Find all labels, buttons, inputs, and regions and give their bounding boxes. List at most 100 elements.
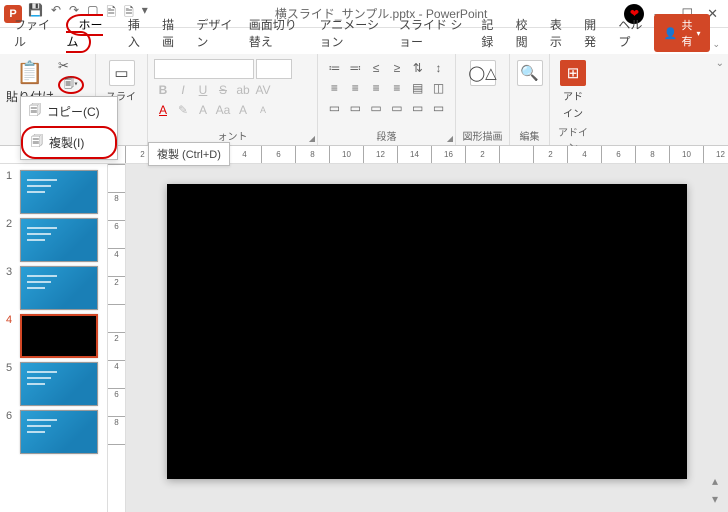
align-left-button[interactable]: ≡ <box>324 78 345 98</box>
thumbnail-row[interactable]: 5 <box>0 360 107 408</box>
ruler-tick: 8 <box>108 192 125 220</box>
tab-home[interactable]: ホーム <box>58 12 119 54</box>
dialog-launcher-icon[interactable]: ◢ <box>309 134 315 143</box>
slide-thumbnail[interactable] <box>20 218 98 262</box>
ruler-tick: 4 <box>108 248 125 276</box>
copy-split-button[interactable]: 🗐▾ <box>58 76 84 94</box>
shapes-button[interactable]: ◯△ <box>466 58 500 88</box>
dialog-launcher-icon[interactable]: ◢ <box>447 134 453 143</box>
group-editing: 🔍 編集 <box>510 54 550 145</box>
tab-animations[interactable]: アニメーション <box>312 12 391 54</box>
text-direction-button[interactable]: ↕ <box>428 58 449 78</box>
ruler-tick: 2 <box>108 332 125 360</box>
ruler-tick: 4 <box>567 146 601 164</box>
slide-canvas[interactable]: ▴ ▾ <box>126 164 728 512</box>
tab-design[interactable]: デザイン <box>188 12 240 54</box>
ruler-tick <box>108 304 125 332</box>
share-button[interactable]: 👤 共有 ▾ <box>654 14 711 52</box>
bold-button[interactable]: B <box>154 81 172 99</box>
ruler-tick: 2 <box>533 146 567 164</box>
menu-item-duplicate[interactable]: 🗐 複製(I) <box>21 126 117 159</box>
justify-button[interactable]: ≡ <box>386 78 407 98</box>
menu-item-copy[interactable]: 🗐 コピー(C) <box>21 97 117 126</box>
align-center-button[interactable]: ≡ <box>345 78 366 98</box>
ruler-tick: 10 <box>669 146 703 164</box>
align-top-button[interactable]: ▭ <box>324 98 345 118</box>
cut-icon[interactable]: ✂ <box>58 58 84 74</box>
tab-draw[interactable]: 描画 <box>154 12 188 54</box>
font-size-select[interactable] <box>256 59 292 79</box>
clear-format-button[interactable]: A <box>194 101 212 119</box>
thumbnail-number: 2 <box>6 218 16 230</box>
rotate-button[interactable]: ▭ <box>407 98 428 118</box>
tab-transitions[interactable]: 画面切り替え <box>241 12 312 54</box>
ruler-tick: 12 <box>703 146 728 164</box>
current-slide[interactable] <box>167 184 687 479</box>
tab-review[interactable]: 校閲 <box>508 12 542 54</box>
ribbon: 📋 貼り付け ▾ ✂ 🗐▾ 🗐 コピー(C) 🗐 複製(I) <box>0 54 728 146</box>
columns-button[interactable]: ▤ <box>407 78 428 98</box>
ruler-tick: 8 <box>635 146 669 164</box>
grow-font-button[interactable]: A <box>234 101 252 119</box>
change-case-button[interactable]: Aa <box>214 101 232 119</box>
tab-developer[interactable]: 開発 <box>576 12 610 54</box>
slide-icon: ▭ <box>109 60 135 86</box>
slide-thumbnail[interactable] <box>20 314 98 358</box>
collapse-ribbon-icon[interactable]: ⌄ <box>716 58 724 69</box>
line-spacing-button[interactable]: ⇅ <box>407 58 428 78</box>
strike-button[interactable]: S <box>214 81 232 99</box>
highlight-button[interactable]: ✎ <box>174 101 192 119</box>
distribute-button[interactable]: ▭ <box>386 98 407 118</box>
next-slide-button[interactable]: ▾ <box>708 492 722 506</box>
slide-thumbnail[interactable] <box>20 266 98 310</box>
align-mid-button[interactable]: ▭ <box>345 98 366 118</box>
ruler-tick: 14 <box>397 146 431 164</box>
thumbnail-row[interactable]: 3 <box>0 264 107 312</box>
indent-inc-button[interactable]: ≥ <box>386 58 407 78</box>
convert-button[interactable]: ▭ <box>428 98 449 118</box>
copy-icon: 🗐 <box>29 101 41 122</box>
prev-slide-button[interactable]: ▴ <box>708 474 722 488</box>
slide-thumbnail[interactable] <box>20 362 98 406</box>
slide-thumbnail[interactable] <box>20 410 98 454</box>
thumbnail-row[interactable]: 4 <box>0 312 107 360</box>
tab-help[interactable]: ヘルプ <box>610 12 653 54</box>
tab-record[interactable]: 記録 <box>473 12 507 54</box>
thumbnail-number: 5 <box>6 362 16 374</box>
align-right-button[interactable]: ≡ <box>366 78 387 98</box>
ruler-tick: 10 <box>329 146 363 164</box>
thumbnail-row[interactable]: 6 <box>0 408 107 456</box>
bullets-button[interactable]: ≔ <box>324 58 345 78</box>
tab-view[interactable]: 表示 <box>542 12 576 54</box>
duplicate-icon: 🗐 <box>31 132 43 153</box>
thumbnail-row[interactable]: 1 <box>0 168 107 216</box>
smartart-button[interactable]: ◫ <box>428 78 449 98</box>
font-family-select[interactable] <box>154 59 254 79</box>
indent-dec-button[interactable]: ≤ <box>366 58 387 78</box>
char-spacing-button[interactable]: AV <box>254 81 272 99</box>
text-shadow-button[interactable]: ab <box>234 81 252 99</box>
font-color-button[interactable]: A <box>154 101 172 119</box>
tab-slideshow[interactable]: スライド ショー <box>391 12 473 54</box>
italic-button[interactable]: I <box>174 81 192 99</box>
numbering-button[interactable]: ≕ <box>345 58 366 78</box>
underline-button[interactable]: U <box>194 81 212 99</box>
find-button[interactable]: 🔍 <box>513 58 547 88</box>
align-bot-button[interactable]: ▭ <box>366 98 387 118</box>
slide-thumbnail[interactable] <box>20 170 98 214</box>
share-icon: 👤 <box>664 27 678 40</box>
ribbon-display-options[interactable]: ⌄ <box>710 35 722 54</box>
ruler-tick: 6 <box>601 146 635 164</box>
ruler-tick: 4 <box>108 360 125 388</box>
addin-button[interactable]: ⊞ アド イン <box>556 58 590 122</box>
slide-thumbnail-pane[interactable]: 1 2 34 5 6 <box>0 164 108 512</box>
ribbon-tabs: ファイル ホーム 挿入 描画 デザイン 画面切り替え アニメーション スライド … <box>0 28 728 54</box>
ruler-tick <box>499 146 533 164</box>
tab-insert[interactable]: 挿入 <box>120 12 154 54</box>
shrink-font-button[interactable]: A <box>254 101 272 119</box>
tab-file[interactable]: ファイル <box>6 12 58 54</box>
ruler-tick: 2 <box>465 146 499 164</box>
copy-dropdown-menu: 🗐 コピー(C) 🗐 複製(I) <box>20 96 118 160</box>
thumbnail-row[interactable]: 2 <box>0 216 107 264</box>
copy-dropdown[interactable]: 🗐▾ 🗐 コピー(C) 🗐 複製(I) <box>58 76 84 94</box>
